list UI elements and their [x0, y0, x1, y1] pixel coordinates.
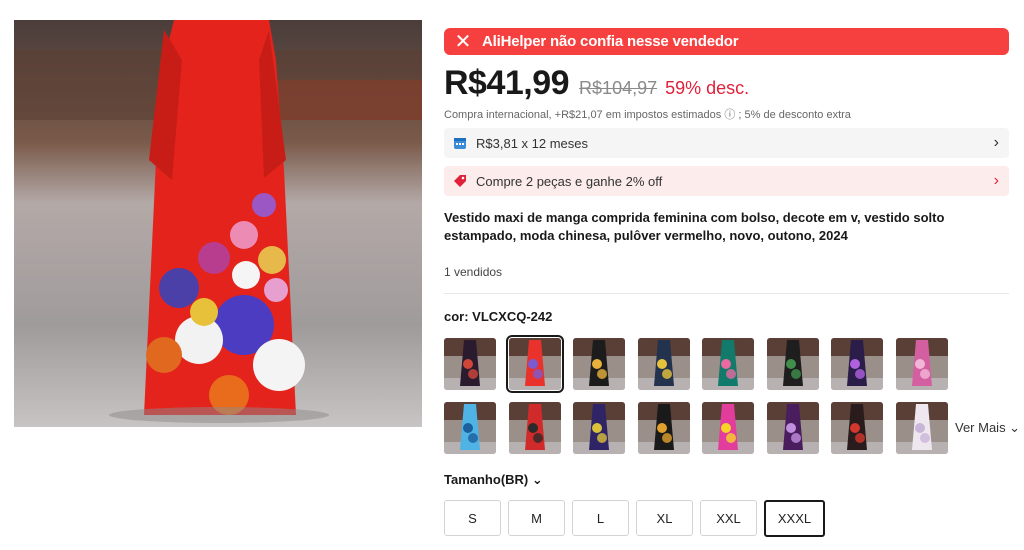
see-more-colors-button[interactable]: Ver Mais ⌄: [955, 420, 1020, 436]
product-main-image[interactable]: [14, 20, 422, 427]
current-price: R$41,99: [444, 64, 570, 102]
original-price: R$104,97: [579, 78, 658, 98]
size-options: S M L XL XXL XXXL: [444, 500, 832, 537]
color-swatch[interactable]: [637, 338, 690, 390]
color-swatch[interactable]: [895, 402, 948, 454]
discount-badge: 59% desc.: [665, 78, 750, 98]
color-swatch[interactable]: [766, 402, 819, 454]
chevron-right-icon: ›: [993, 172, 999, 189]
size-option-xxxl[interactable]: XXXL: [764, 500, 825, 537]
color-swatch[interactable]: [831, 338, 883, 390]
close-icon[interactable]: ✕: [448, 32, 478, 52]
seller-warning-banner: ✕ AliHelper não confia nesse vendedor: [444, 28, 1009, 55]
calendar-icon: [452, 135, 468, 151]
color-swatch[interactable]: [637, 402, 690, 454]
color-swatch[interactable]: [444, 338, 496, 390]
tag-icon: [452, 173, 468, 189]
color-swatch[interactable]: [831, 402, 883, 454]
promo-text: Compre 2 peças e ganhe 2% off: [476, 173, 663, 189]
sold-count: 1 vendidos: [444, 265, 503, 279]
size-option-l[interactable]: L: [572, 500, 629, 536]
size-option-m[interactable]: M: [508, 500, 565, 536]
color-swatch[interactable]: [508, 402, 561, 454]
tax-note: Compra internacional, +R$21,07 em impost…: [444, 109, 851, 121]
color-swatch[interactable]: [573, 338, 625, 390]
price-row: R$41,99 R$104,97 59% desc.: [444, 64, 749, 103]
color-swatch[interactable]: [702, 402, 754, 454]
chevron-right-icon: ›: [993, 134, 999, 151]
divider: [444, 293, 1009, 294]
size-label[interactable]: Tamanho(BR) ⌄: [444, 472, 543, 488]
color-swatch[interactable]: [444, 402, 496, 454]
size-option-xl[interactable]: XL: [636, 500, 693, 536]
color-swatch[interactable]: [702, 338, 754, 390]
size-option-s[interactable]: S: [444, 500, 501, 536]
installments-text: R$3,81 x 12 meses: [476, 135, 589, 151]
size-option-xxl[interactable]: XXL: [700, 500, 757, 536]
color-swatch[interactable]: [505, 335, 564, 393]
product-title: Vestido maxi de manga comprida feminina …: [444, 210, 945, 243]
promo-row[interactable]: Compre 2 peças e ganhe 2% off ›: [444, 166, 1009, 196]
color-label: cor: VLCXCQ-242: [444, 309, 553, 324]
color-swatch[interactable]: [766, 338, 819, 390]
color-swatch[interactable]: [895, 338, 948, 390]
installments-row[interactable]: R$3,81 x 12 meses ›: [444, 128, 1009, 158]
seller-warning-text: AliHelper não confia nesse vendedor: [482, 33, 739, 50]
color-swatch[interactable]: [573, 402, 625, 454]
